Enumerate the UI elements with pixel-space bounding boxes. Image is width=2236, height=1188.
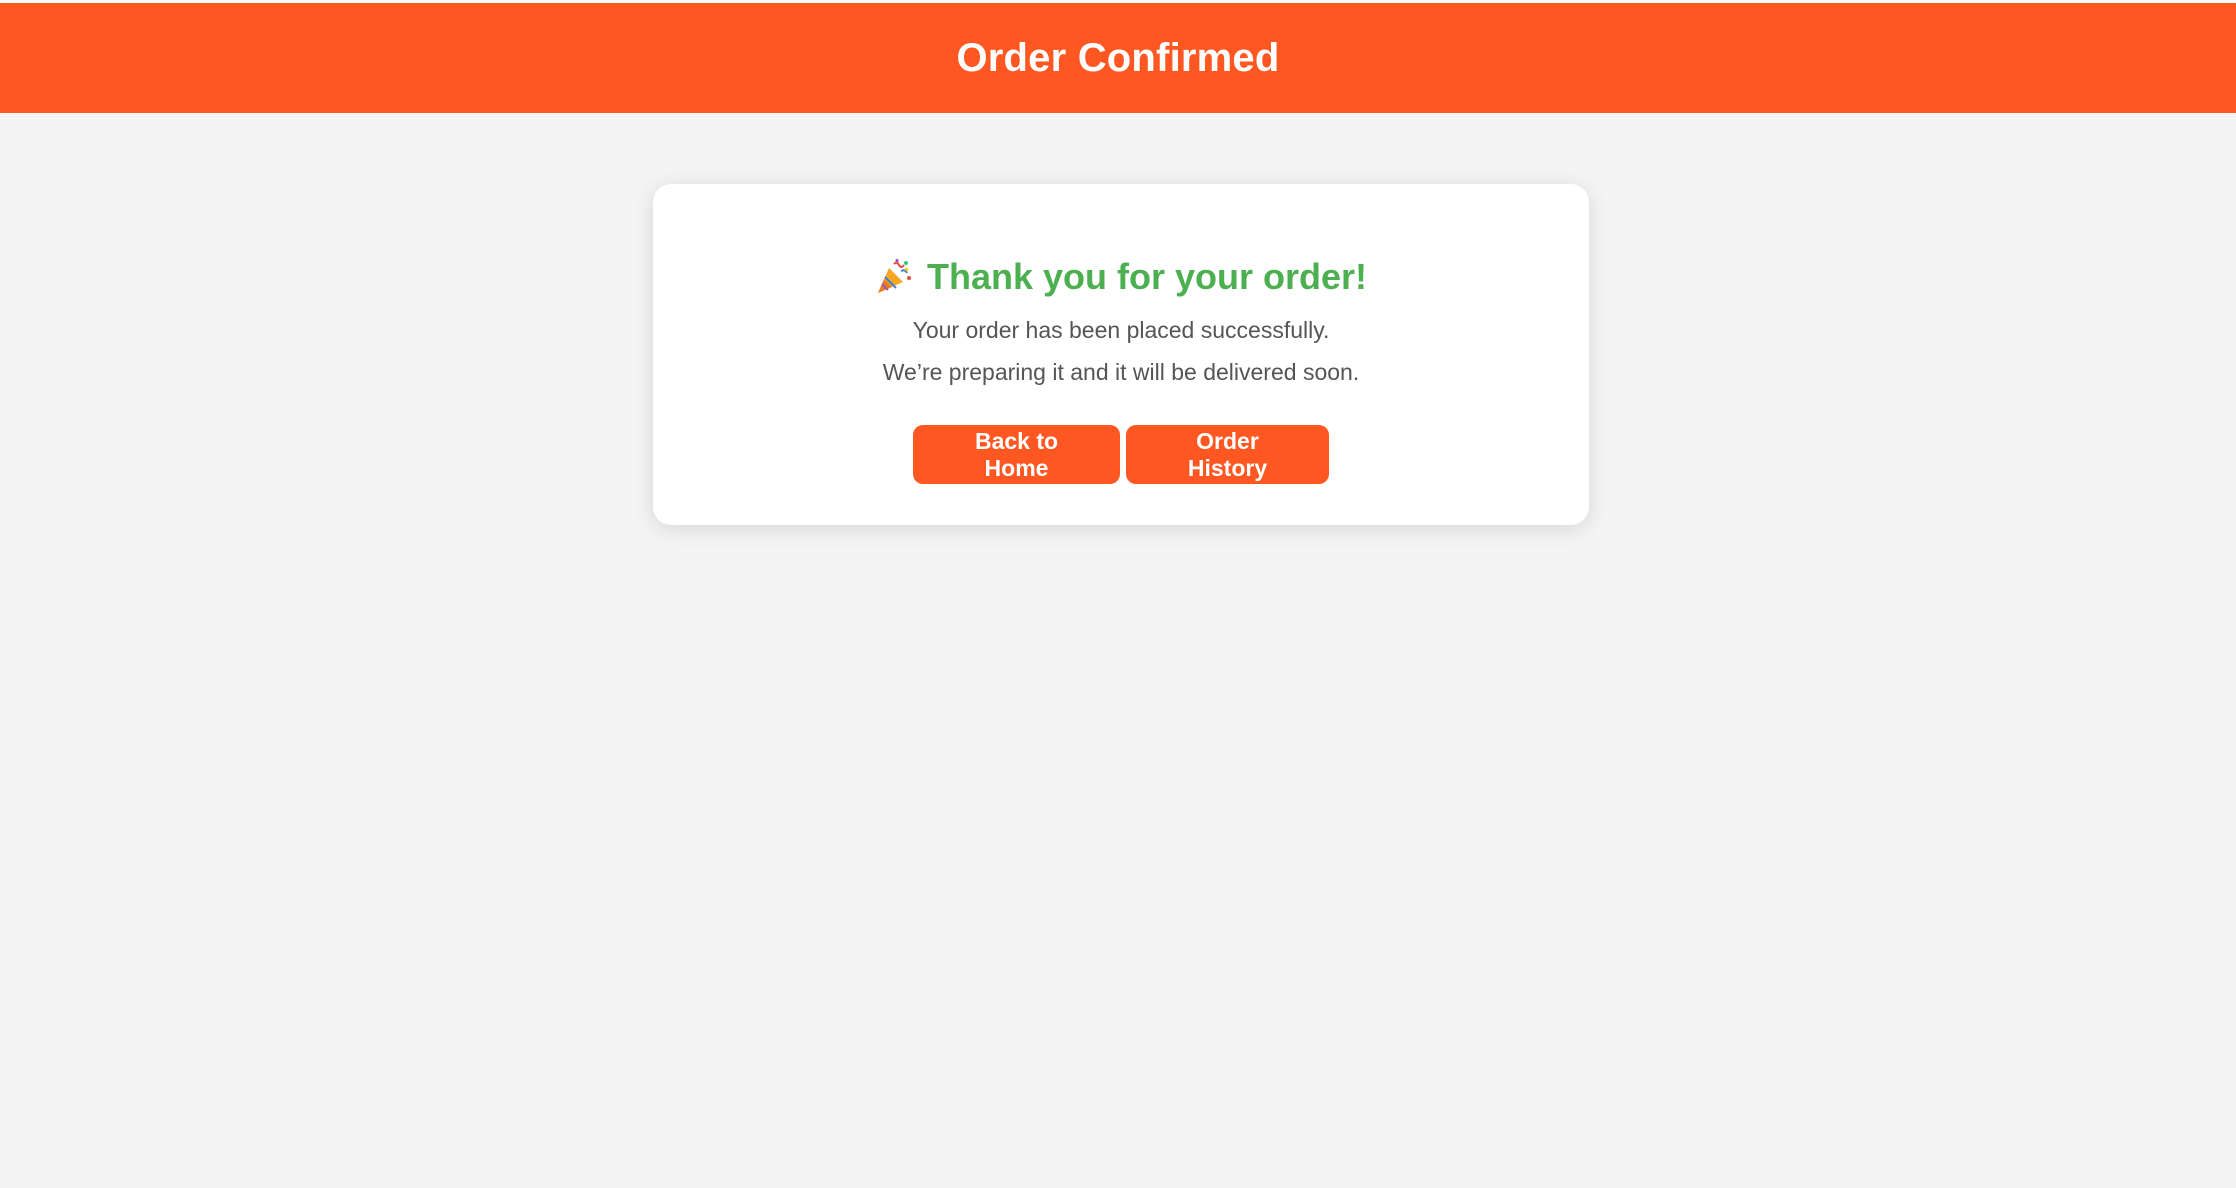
back-to-home-button[interactable]: Back to Home [913, 425, 1120, 484]
page-header: Order Confirmed [0, 3, 2236, 113]
action-buttons: Back to Home Order History [653, 425, 1589, 484]
delivery-message: We’re preparing it and it will be delive… [882, 359, 1360, 385]
confirmation-card: Thank you for your order! Your order has… [653, 184, 1589, 525]
order-placed-message: Your order has been placed successfully. [912, 317, 1330, 343]
order-history-button[interactable]: Order History [1126, 425, 1329, 484]
page-title: Order Confirmed [956, 35, 1280, 80]
confirmation-heading: Thank you for your order! [653, 256, 1589, 298]
party-popper-icon [875, 258, 913, 296]
thank-you-heading: Thank you for your order! [926, 256, 1368, 297]
